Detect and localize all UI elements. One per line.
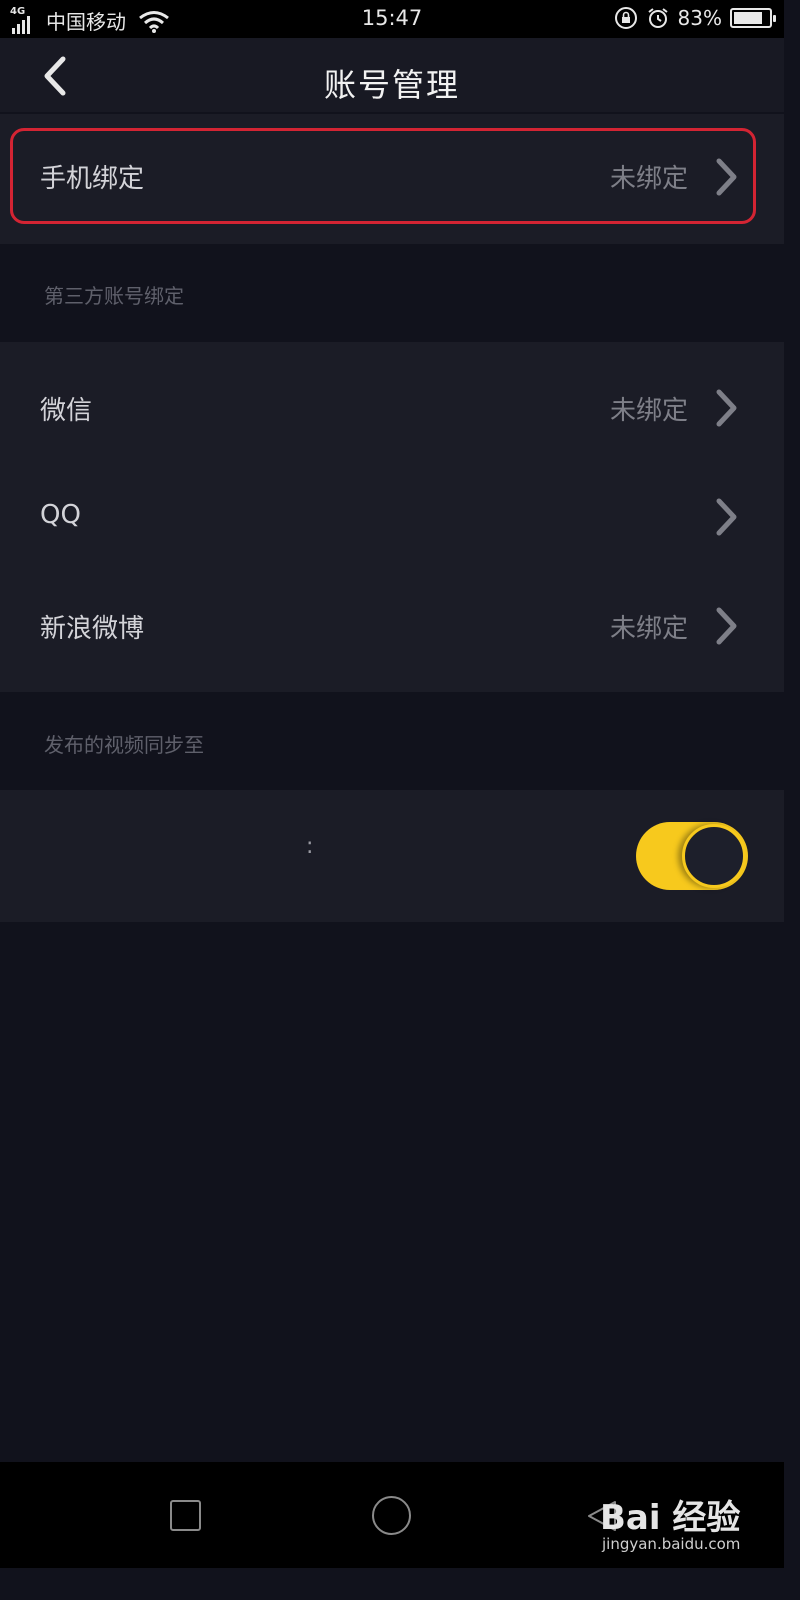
third-party-list: 微信 未绑定 QQ 新浪微博 未绑定 [0,342,784,692]
wechat-row[interactable]: 微信 未绑定 [0,342,784,460]
weibo-label: 新浪微博 [40,614,145,644]
nav-bar: Bai 经验 jingyan.baidu.com [0,1462,784,1568]
sync-toggle[interactable] [636,822,748,890]
battery-percent: 83% [677,6,722,30]
chevron-right-icon [716,498,737,536]
rotation-lock-icon [614,7,637,29]
wechat-status: 未绑定 [609,396,688,426]
watermark-brand: Bai 经验 [600,1498,741,1538]
page-title: 账号管理 [323,66,460,104]
sync-row-label: : [306,834,314,859]
wechat-label: 微信 [40,396,93,426]
highlight-box [10,128,756,224]
watermark-site: jingyan.baidu.com [602,1535,741,1553]
chevron-right-icon [716,389,737,427]
chevron-right-icon [716,607,737,645]
third-party-caption: 第三方账号绑定 [44,284,184,308]
header: 账号管理 [0,38,784,112]
recent-apps-button[interactable] [170,1500,201,1531]
battery-fill [734,12,763,24]
home-button[interactable] [372,1496,411,1535]
status-right: 83% [614,6,776,30]
qq-label: QQ [40,500,81,530]
qq-row[interactable]: QQ [0,460,784,572]
weibo-row[interactable]: 新浪微博 未绑定 [0,572,784,692]
weibo-status: 未绑定 [609,614,688,644]
status-bar: 4G 中国移动 15:47 83% [0,0,784,38]
sync-caption: 发布的视频同步至 [44,733,204,757]
battery-icon [730,8,776,28]
alarm-icon [647,8,668,28]
toggle-knob [682,824,746,888]
watermark-logo: Bai 经验 jingyan.baidu.com [600,1490,740,1553]
